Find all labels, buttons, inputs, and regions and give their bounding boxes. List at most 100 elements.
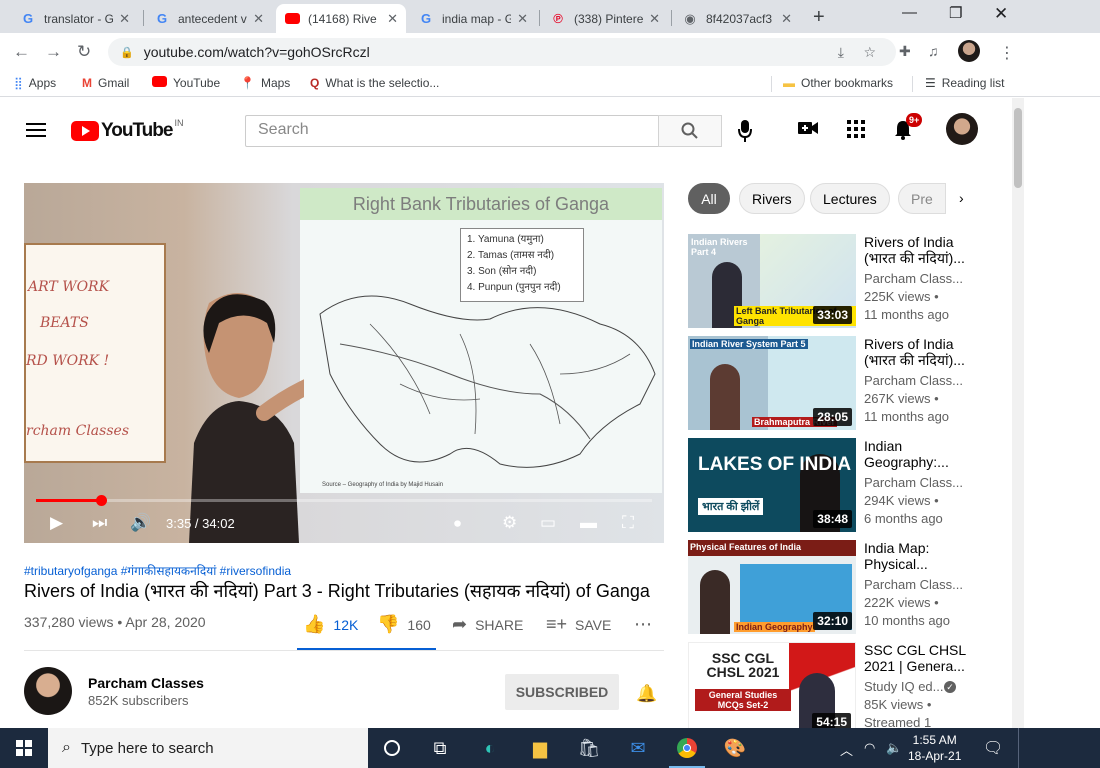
create-video-icon[interactable]	[798, 120, 818, 136]
subscribed-button[interactable]: SUBSCRIBED	[505, 674, 619, 710]
bookmark-apps[interactable]: ⣿ Apps	[14, 76, 56, 90]
chip-pre[interactable]: Pre	[898, 183, 946, 214]
miniplayer-icon[interactable]: ▭	[540, 513, 556, 533]
chip-rivers[interactable]: Rivers	[739, 183, 805, 214]
browser-tab[interactable]: G india map - G ✕	[410, 4, 536, 33]
settings-gear-icon[interactable]: ⚙	[502, 513, 517, 533]
save-button[interactable]: ≡+ SAVE	[546, 614, 611, 635]
chrome-menu-icon[interactable]: ⋮	[999, 43, 1015, 63]
show-hidden-icons[interactable]: ︿	[840, 740, 853, 759]
rec-channel: Parcham Class...	[864, 373, 963, 388]
menu-hamburger-icon[interactable]	[26, 123, 46, 141]
recommended-video[interactable]: SSC CGL CHSL 2021 General Studies MCQs S…	[688, 642, 978, 728]
reload-icon[interactable]: ↻	[77, 42, 91, 62]
rec-title[interactable]: Rivers of India (भारत की नदियां)...	[864, 234, 978, 266]
video-duration: 32:10	[813, 612, 852, 630]
close-icon[interactable]: ✕	[517, 11, 528, 27]
browser-tab-active[interactable]: (14168) Rive ✕	[276, 4, 406, 33]
rec-title[interactable]: Rivers of India (भारत की नदियां)...	[864, 336, 978, 368]
page-scrollbar[interactable]	[1012, 98, 1024, 728]
bookmark-maps[interactable]: 📍 Maps	[240, 76, 290, 90]
search-button[interactable]	[658, 115, 722, 147]
chevron-right-icon[interactable]: ›	[959, 190, 964, 206]
minimize-icon[interactable]: —	[902, 4, 917, 21]
action-center-icon[interactable]: 🗨	[983, 738, 1003, 758]
play-icon[interactable]: ▶	[50, 513, 63, 533]
video-thumbnail[interactable]: SSC CGL CHSL 2021 General Studies MCQs S…	[688, 642, 856, 728]
account-avatar[interactable]	[946, 113, 978, 145]
profile-avatar[interactable]	[958, 40, 980, 62]
bookmark-youtube[interactable]: YouTube	[152, 76, 220, 90]
youtube-logo[interactable]: YouTube IN	[71, 118, 183, 142]
like-button[interactable]: 👍 12K	[303, 614, 358, 635]
bookmark-gmail[interactable]: M Gmail	[82, 76, 129, 90]
video-thumbnail[interactable]: LAKES OF INDIA भारत की झीलें 38:48	[688, 438, 856, 532]
reading-list[interactable]: ☰ Reading list	[925, 76, 1004, 90]
extensions-icon[interactable]: ✚	[899, 43, 911, 60]
progress-bar[interactable]	[36, 495, 652, 506]
rec-title[interactable]: India Map: Physical...	[864, 540, 978, 572]
restore-icon[interactable]: ❐	[949, 4, 962, 22]
notification-bell-icon[interactable]: 🔔	[636, 684, 657, 704]
chrome-taskbar-icon[interactable]	[669, 737, 705, 768]
rec-title[interactable]: Indian Geography:...	[864, 438, 978, 470]
theater-mode-icon[interactable]: ▬	[580, 513, 597, 533]
paint-icon[interactable]: 🎨	[723, 737, 747, 759]
autoplay-toggle[interactable]: ⏺	[454, 515, 461, 532]
cortana-icon[interactable]	[380, 737, 404, 759]
install-icon[interactable]: ⤓	[838, 44, 844, 60]
close-icon[interactable]: ✕	[781, 11, 792, 27]
browser-tab[interactable]: ◉ 8f42037acf3 ✕	[674, 4, 800, 33]
task-view-icon[interactable]: ⧉	[428, 737, 452, 759]
media-control-icon[interactable]: ♫	[928, 43, 939, 59]
recommended-video[interactable]: LAKES OF INDIA भारत की झीलें 38:48 India…	[688, 438, 978, 534]
search-input[interactable]: Search	[245, 115, 659, 147]
dislike-button[interactable]: 👎 160	[377, 614, 431, 635]
browser-tab[interactable]: ℗ (338) Pintere ✕	[542, 4, 668, 33]
windows-start-icon[interactable]	[16, 740, 32, 756]
mail-icon[interactable]: ✉	[626, 737, 650, 759]
recommended-video[interactable]: Indian River System Part 5 Brahmaputra R…	[688, 336, 978, 432]
edge-icon[interactable]: ◐	[478, 737, 502, 759]
store-icon[interactable]: 🛍	[577, 737, 601, 759]
network-icon[interactable]: ◠	[864, 740, 875, 756]
video-player[interactable]: ART WORK BEATS RD WORK ! rcham Classes R…	[24, 183, 664, 543]
file-explorer-icon[interactable]: ▆	[528, 737, 552, 759]
back-icon[interactable]: ←	[13, 42, 30, 62]
bookmark-quora[interactable]: Q What is the selectio...	[310, 76, 439, 90]
scrollbar-thumb[interactable]	[1014, 108, 1022, 188]
apps-grid-icon[interactable]	[847, 120, 865, 138]
bookmark-star-icon[interactable]: ☆	[863, 44, 876, 60]
close-icon[interactable]: ✕	[649, 11, 660, 27]
chip-all[interactable]: All	[688, 183, 730, 214]
channel-avatar[interactable]	[24, 667, 72, 715]
rec-title[interactable]: SSC CGL CHSL 2021 | Genera...	[864, 642, 978, 674]
speaker-icon[interactable]: 🔈	[886, 740, 902, 756]
video-thumbnail[interactable]: Indian River System Part 5 Brahmaputra R…	[688, 336, 856, 430]
window-close-icon[interactable]: ✕	[994, 4, 1008, 24]
video-thumbnail[interactable]: Physical Features of India Indian Geogra…	[688, 540, 856, 634]
microphone-icon[interactable]	[738, 120, 752, 142]
video-thumbnail[interactable]: Indian Rivers Part 4 Left Bank Tributari…	[688, 234, 856, 328]
chip-lectures[interactable]: Lectures	[810, 183, 890, 214]
close-icon[interactable]: ✕	[387, 11, 398, 27]
browser-tab[interactable]: G antecedent v ✕	[146, 4, 272, 33]
system-clock[interactable]: 1:55 AM 18-Apr-21	[908, 732, 961, 764]
volume-icon[interactable]: 🔊	[130, 513, 151, 533]
recommended-video[interactable]: Indian Rivers Part 4 Left Bank Tributari…	[688, 234, 978, 330]
channel-name[interactable]: Parcham Classes	[88, 675, 204, 691]
forward-icon[interactable]: →	[45, 42, 62, 62]
close-icon[interactable]: ✕	[119, 11, 130, 27]
fullscreen-icon[interactable]: ⛶	[622, 513, 634, 533]
share-button[interactable]: ➦ SHARE	[452, 614, 523, 635]
address-bar[interactable]: 🔒 youtube.com/watch?v=gohOSrcRczl ⤓ ☆	[108, 38, 896, 66]
more-actions-icon[interactable]: ⋯	[634, 614, 652, 635]
other-bookmarks[interactable]: ▬ Other bookmarks	[783, 76, 893, 90]
close-icon[interactable]: ✕	[253, 11, 264, 27]
new-tab-button[interactable]: +	[813, 6, 825, 29]
video-hashtags[interactable]: #tributaryofganga #गंगाकीसहायकनदियां #ri…	[24, 562, 291, 579]
taskbar-search-input[interactable]: ⌕ Type here to search	[48, 728, 368, 768]
browser-tab[interactable]: G translator - G ✕	[12, 4, 138, 33]
recommended-video[interactable]: Physical Features of India Indian Geogra…	[688, 540, 978, 636]
next-icon[interactable]: ⏭	[92, 513, 107, 533]
